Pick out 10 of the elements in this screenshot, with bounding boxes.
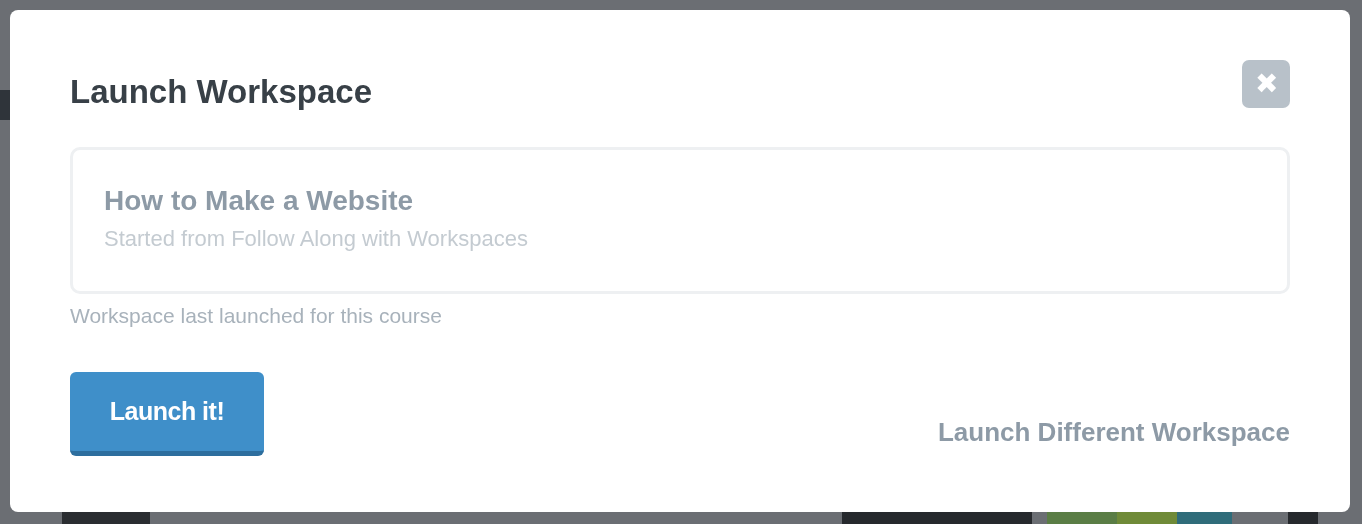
close-button[interactable]: ✖ — [1242, 60, 1290, 108]
launch-button[interactable]: Launch it! — [70, 372, 264, 456]
background-panel — [1288, 512, 1318, 524]
launch-different-link[interactable]: Launch Different Workspace — [937, 413, 1290, 452]
dialog-title: Launch Workspace — [70, 72, 372, 112]
workspace-title: How to Make a Website — [104, 184, 415, 218]
workspace-note: Workspace last launched for this course — [70, 303, 443, 329]
header-bar — [0, 90, 10, 120]
workspace-card[interactable]: How to Make a Website Started from Follow Along with Workspaces — [70, 147, 1290, 294]
workspace-subtitle: Started from Follow Along with Workspaces — [104, 225, 529, 253]
